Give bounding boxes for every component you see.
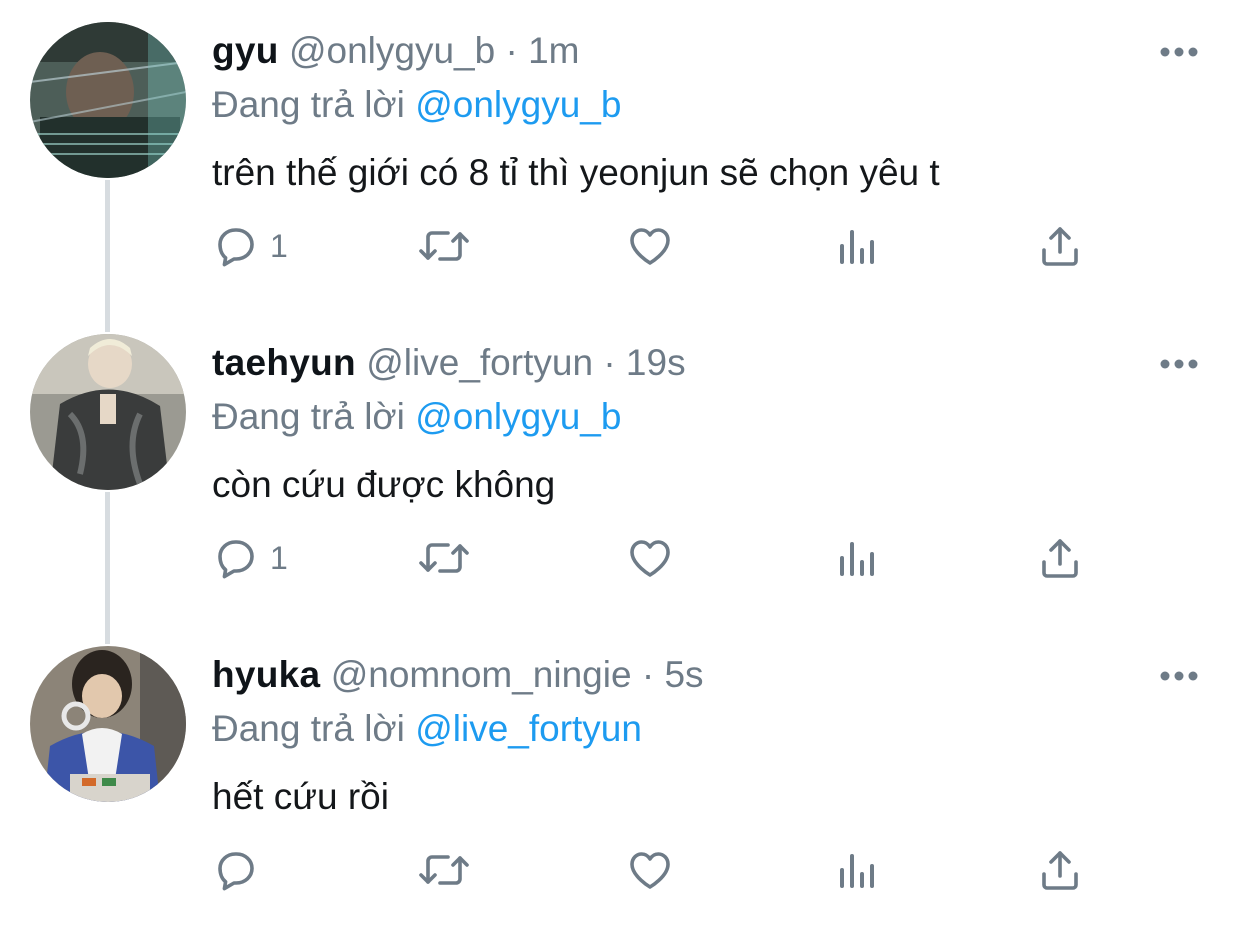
more-icon[interactable] <box>1158 42 1200 62</box>
separator-dot: · <box>641 654 655 695</box>
replying-to-mention[interactable]: @onlygyu_b <box>415 396 621 437</box>
tweet[interactable]: gyu @onlygyu_b · 1m Đang trả lời @onlygy… <box>0 0 1242 312</box>
analytics-icon <box>840 542 874 576</box>
timestamp[interactable]: 19s <box>626 342 686 383</box>
share-icon <box>1042 539 1078 578</box>
replying-to: Đang trả lời @onlygyu_b <box>212 80 621 130</box>
tweet-actions: 1 <box>212 528 1112 588</box>
retweet-icon <box>419 543 469 573</box>
tweet-text: còn cứu được không <box>212 464 556 505</box>
tweet[interactable]: hyuka @nomnom_ningie · 5s Đang trả lời @… <box>0 624 1242 936</box>
share-button[interactable] <box>1036 528 1084 588</box>
username[interactable]: @onlygyu_b <box>289 30 495 71</box>
avatar-image <box>30 22 186 178</box>
reply-icon <box>218 852 254 891</box>
share-icon <box>1042 227 1078 266</box>
timestamp[interactable]: 5s <box>664 654 703 695</box>
share-icon <box>1042 851 1078 890</box>
views-button[interactable] <box>832 216 880 276</box>
replying-to-label: Đang trả lời <box>212 84 405 125</box>
replying-to: Đang trả lời @onlygyu_b <box>212 392 621 442</box>
more-icon[interactable] <box>1158 666 1200 686</box>
replying-to: Đang trả lời @live_fortyun <box>212 704 642 754</box>
separator-dot: · <box>505 30 518 71</box>
display-name[interactable]: gyu <box>212 30 279 71</box>
share-button[interactable] <box>1036 216 1084 276</box>
retweet-icon <box>419 855 469 885</box>
retweet-icon <box>419 231 469 261</box>
reply-count: 1 <box>270 228 288 264</box>
separator-dot: · <box>603 342 616 383</box>
like-button[interactable] <box>626 216 674 276</box>
heart-icon <box>630 852 670 889</box>
avatar-image <box>30 646 186 802</box>
display-name[interactable]: taehyun <box>212 342 356 383</box>
reply-button[interactable]: 1 <box>212 216 288 276</box>
timestamp[interactable]: 1m <box>528 30 579 71</box>
reply-count: 1 <box>270 540 288 576</box>
retweet-button[interactable] <box>416 528 472 588</box>
tweet-text: trên thế giới có 8 tỉ thì yeonjun sẽ chọ… <box>212 152 940 193</box>
views-button[interactable] <box>832 840 880 900</box>
like-button[interactable] <box>626 840 674 900</box>
replying-to-mention[interactable]: @onlygyu_b <box>415 84 621 125</box>
heart-icon <box>630 228 670 265</box>
tweet-header: gyu @onlygyu_b · 1m <box>212 28 580 74</box>
like-button[interactable] <box>626 528 674 588</box>
display-name[interactable]: hyuka <box>212 654 320 695</box>
reply-icon <box>218 540 254 579</box>
analytics-icon <box>840 230 874 264</box>
avatar[interactable] <box>30 646 186 802</box>
avatar-image <box>30 334 186 490</box>
tweet[interactable]: taehyun @live_fortyun · 19s Đang trả lời… <box>0 312 1242 624</box>
reply-icon <box>218 228 254 267</box>
tweet-header: hyuka @nomnom_ningie · 5s <box>212 652 704 698</box>
analytics-icon <box>840 854 874 888</box>
share-button[interactable] <box>1036 840 1084 900</box>
avatar[interactable] <box>30 334 186 490</box>
more-icon[interactable] <box>1158 354 1200 374</box>
username[interactable]: @nomnom_ningie <box>331 654 632 695</box>
tweet-actions: 1 <box>212 216 1112 276</box>
retweet-button[interactable] <box>416 840 472 900</box>
replying-to-label: Đang trả lời <box>212 396 405 437</box>
conversation-thread: gyu @onlygyu_b · 1m Đang trả lời @onlygy… <box>0 0 1242 928</box>
reply-button[interactable]: 1 <box>212 528 288 588</box>
heart-icon <box>630 540 670 577</box>
replying-to-mention[interactable]: @live_fortyun <box>415 708 642 749</box>
username[interactable]: @live_fortyun <box>366 342 593 383</box>
reply-button[interactable] <box>212 840 270 900</box>
replying-to-label: Đang trả lời <box>212 708 405 749</box>
retweet-button[interactable] <box>416 216 472 276</box>
tweet-text: hết cứu rồi <box>212 776 389 817</box>
tweet-actions <box>212 840 1112 900</box>
tweet-header: taehyun @live_fortyun · 19s <box>212 340 686 386</box>
views-button[interactable] <box>832 528 880 588</box>
avatar[interactable] <box>30 22 186 178</box>
